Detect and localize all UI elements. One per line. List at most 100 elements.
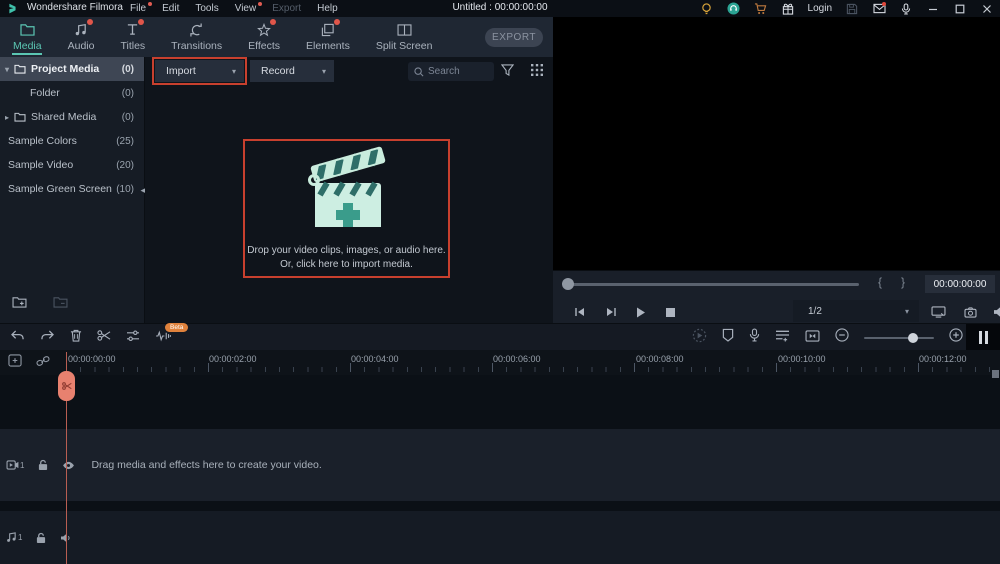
title-bar: Wondershare Filmora File Edit Tools View… <box>0 0 1000 17</box>
audio-track[interactable]: 1 <box>0 511 1000 564</box>
import-dropzone[interactable]: Drop your video clips, images, or audio … <box>243 139 450 278</box>
sidebar-item-folder[interactable]: Folder (0) <box>0 81 144 105</box>
gift-icon[interactable] <box>781 2 795 16</box>
tab-titles[interactable]: Titles <box>107 17 158 57</box>
pause-bars-icon[interactable] <box>966 324 1000 351</box>
close-button[interactable] <box>980 2 994 16</box>
titles-new-dot <box>138 19 144 25</box>
preview-zoom-select[interactable]: 1/2 ▾ <box>793 300 919 322</box>
folder-icon <box>14 112 26 122</box>
tab-split-screen[interactable]: Split Screen <box>363 17 446 57</box>
video-track[interactable]: 1 Drag media and effects here to create … <box>0 429 1000 501</box>
zoom-out-button[interactable] <box>835 328 849 347</box>
sidebar-footer <box>12 295 68 313</box>
item-count: (0) <box>122 112 134 123</box>
item-count: (20) <box>116 160 134 171</box>
seek-handle[interactable] <box>562 278 574 290</box>
add-marker-icon[interactable] <box>8 354 22 372</box>
tab-elements[interactable]: Elements <box>293 17 363 57</box>
display-device-icon[interactable] <box>929 304 947 320</box>
zoom-in-button[interactable] <box>949 328 963 347</box>
import-dropdown[interactable]: Import ▾ <box>155 60 244 82</box>
previous-frame-button[interactable] <box>571 304 589 320</box>
new-folder-button[interactable] <box>12 295 27 313</box>
audio-sync-button[interactable]: Beta <box>155 329 171 347</box>
sidebar-item-project-media[interactable]: ▾ Project Media (0) <box>0 57 144 81</box>
search-box[interactable] <box>408 62 494 81</box>
marker-button[interactable] <box>722 328 734 347</box>
login-button[interactable]: Login <box>808 3 832 14</box>
chevron-down-icon: ▾ <box>232 67 236 76</box>
support-headset-icon[interactable] <box>727 2 741 16</box>
undo-button[interactable] <box>10 329 25 347</box>
tips-bulb-icon[interactable] <box>700 2 714 16</box>
record-voiceover-mic-button[interactable] <box>749 328 760 347</box>
adjust-properties-button[interactable] <box>126 329 140 347</box>
filter-icon[interactable] <box>501 63 514 81</box>
elements-layers-icon <box>321 22 335 37</box>
view-notification-dot <box>258 2 262 6</box>
sidebar-item-sample-green-screen[interactable]: Sample Green Screen (10) <box>0 177 144 201</box>
tab-effects[interactable]: Effects <box>235 17 293 57</box>
tab-media[interactable]: Media <box>0 17 55 57</box>
voiceover-mic-icon[interactable] <box>899 2 913 16</box>
lock-icon[interactable] <box>36 532 46 544</box>
timeline-zoom-slider[interactable] <box>864 337 934 339</box>
export-button[interactable]: EXPORT <box>485 28 543 47</box>
link-icon[interactable] <box>36 354 50 372</box>
mail-notification-dot <box>882 2 886 6</box>
folder-icon <box>14 64 26 74</box>
timeline-zoom-handle[interactable] <box>908 333 918 343</box>
menu-tools[interactable]: Tools <box>195 3 218 14</box>
zoom-to-fit-button[interactable] <box>805 329 820 347</box>
search-input[interactable] <box>428 66 486 77</box>
timeline-ruler[interactable]: 00:00:00:00 00:00:02:00 00:00:04:00 00:0… <box>0 350 1000 375</box>
store-cart-icon[interactable] <box>754 2 768 16</box>
delete-trash-button[interactable] <box>70 329 82 347</box>
sidebar-item-sample-video[interactable]: Sample Video (20) <box>0 153 144 177</box>
titles-text-icon <box>126 22 139 37</box>
audio-notes-icon <box>74 22 88 37</box>
menu-file[interactable]: File <box>130 3 146 14</box>
menu-help[interactable]: Help <box>317 3 338 14</box>
asset-tabbar: Media Audio Titles Transitions <box>0 17 553 57</box>
sidebar-item-sample-colors[interactable]: Sample Colors (25) <box>0 129 144 153</box>
transitions-icon <box>190 22 203 37</box>
audio-track-number: 1 <box>18 533 22 542</box>
redo-button[interactable] <box>40 329 55 347</box>
video-track-number: 1 <box>20 461 24 470</box>
messages-mail-icon[interactable] <box>872 2 886 16</box>
item-count: (25) <box>116 136 134 147</box>
menu-edit[interactable]: Edit <box>162 3 179 14</box>
timeline-scrollbar[interactable] <box>992 370 999 378</box>
split-scissors-button[interactable] <box>97 329 111 347</box>
maximize-button[interactable] <box>953 2 967 16</box>
tab-transitions[interactable]: Transitions <box>158 17 235 57</box>
view-grid-icon[interactable] <box>531 63 543 81</box>
sidebar-item-shared-media[interactable]: ▸ Shared Media (0) <box>0 105 144 129</box>
record-dropdown[interactable]: Record ▾ <box>250 60 334 82</box>
video-preview[interactable] <box>553 17 1000 270</box>
eye-visibility-icon[interactable] <box>62 461 75 470</box>
timeline-toolbar-right <box>692 324 963 351</box>
mark-in-button[interactable]: { <box>878 275 882 289</box>
lock-icon[interactable] <box>38 459 48 471</box>
stop-button[interactable] <box>661 304 679 320</box>
collapse-arrow-icon[interactable]: ▸ <box>0 113 14 122</box>
play-button[interactable] <box>632 304 650 320</box>
mark-out-button[interactable]: } <box>901 275 905 289</box>
media-library-panel: Import ▾ Record ▾ <box>145 57 553 323</box>
track-manager-button[interactable] <box>775 329 790 347</box>
volume-speaker-icon[interactable] <box>991 304 1000 320</box>
tab-audio[interactable]: Audio <box>55 17 108 57</box>
playhead-handle[interactable] <box>58 371 75 401</box>
snapshot-camera-icon[interactable] <box>961 304 979 320</box>
minimize-button[interactable] <box>926 2 940 16</box>
render-preview-button[interactable] <box>692 328 707 348</box>
document-title: Untitled : 00:00:00:00 <box>452 2 547 13</box>
elements-new-dot <box>334 19 340 25</box>
seek-bar[interactable] <box>567 283 859 286</box>
expand-arrow-icon[interactable]: ▾ <box>0 65 14 74</box>
next-frame-button[interactable] <box>602 304 620 320</box>
menu-view[interactable]: View <box>235 3 257 14</box>
